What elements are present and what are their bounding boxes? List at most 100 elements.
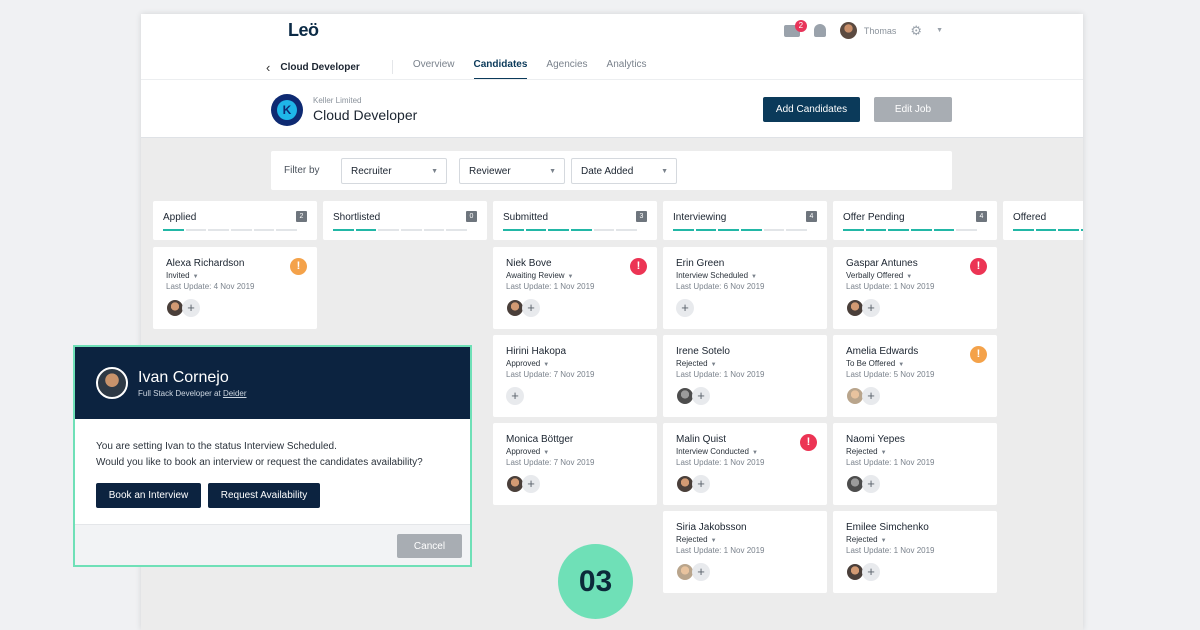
status-change-modal: Ivan Cornejo Full Stack Developer at Dei…: [73, 345, 472, 567]
candidate-card[interactable]: Niek Bove Awaiting Review ▼ Last Update: …: [493, 247, 657, 329]
progress-segment: [548, 229, 570, 231]
book-interview-button[interactable]: Book an Interview: [96, 483, 201, 508]
add-reviewer-icon[interactable]: +: [862, 299, 880, 317]
reviewers: +: [166, 299, 200, 317]
chevron-down-icon[interactable]: ▼: [936, 27, 943, 34]
chevron-down-icon: ▼: [543, 450, 550, 456]
add-reviewer-icon[interactable]: +: [862, 475, 880, 493]
column-count: 0: [466, 211, 477, 222]
progress-segment: [1035, 229, 1057, 231]
candidate-status[interactable]: Interview Scheduled ▼: [676, 271, 757, 280]
alert-icon: !: [290, 258, 307, 275]
add-reviewer-icon[interactable]: +: [182, 299, 200, 317]
candidate-card[interactable]: Alexa Richardson Invited ▼ Last Update: 4…: [153, 247, 317, 329]
back-arrow-icon[interactable]: ‹: [266, 60, 270, 75]
status-text: Interview Scheduled: [676, 271, 749, 280]
candidate-status[interactable]: Rejected ▼: [676, 359, 717, 368]
status-text: Rejected: [846, 447, 878, 456]
column-shortlisted: Shortlisted 0: [323, 201, 487, 240]
add-reviewer-icon[interactable]: +: [522, 475, 540, 493]
candidate-status[interactable]: Verbally Offered ▼: [846, 271, 912, 280]
progress-segment: [1058, 229, 1080, 231]
column-title: Offered: [1013, 212, 1047, 223]
candidate-card[interactable]: Amelia Edwards To Be Offered ▼ Last Updat…: [833, 335, 997, 417]
bell-icon[interactable]: [813, 24, 826, 37]
add-reviewer-icon[interactable]: +: [862, 563, 880, 581]
candidate-card[interactable]: Hirini Hakopa Approved ▼ Last Update: 7 N…: [493, 335, 657, 417]
add-candidates-button[interactable]: Add Candidates: [763, 97, 860, 122]
gear-icon[interactable]: ⚙: [910, 23, 922, 39]
candidate-name: Gaspar Antunes: [846, 258, 918, 269]
company-logo: K: [271, 94, 303, 126]
progress-segment: [763, 229, 785, 231]
candidate-name: Siria Jakobsson: [676, 522, 747, 533]
add-reviewer-icon[interactable]: +: [692, 475, 710, 493]
tab-analytics[interactable]: Analytics: [607, 54, 647, 80]
add-reviewer-icon[interactable]: +: [522, 299, 540, 317]
nav-divider-line: [141, 79, 1083, 80]
chevron-down-icon: ▼: [192, 274, 199, 280]
column-progress: [333, 229, 468, 231]
candidate-status[interactable]: To Be Offered ▼: [846, 359, 904, 368]
candidate-status[interactable]: Rejected ▼: [676, 535, 717, 544]
modal-header: Ivan Cornejo Full Stack Developer at Dei…: [75, 347, 470, 419]
edit-job-button[interactable]: Edit Job: [874, 97, 952, 122]
candidate-card[interactable]: Irene Sotelo Rejected ▼ Last Update: 1 No…: [663, 335, 827, 417]
candidate-card[interactable]: Gaspar Antunes Verbally Offered ▼ Last Up…: [833, 247, 997, 329]
company-name: Keller Limited: [313, 96, 362, 105]
tab-agencies[interactable]: Agencies: [546, 54, 587, 80]
status-text: Rejected: [846, 535, 878, 544]
reviewer-select[interactable]: Reviewer ▼: [459, 158, 565, 184]
add-reviewer-icon[interactable]: +: [692, 563, 710, 581]
top-bar: Leö 2 Thomas ⚙ ▼ ‹ Cloud Developer Overv…: [141, 14, 1083, 138]
progress-segment: [571, 229, 592, 231]
candidate-card[interactable]: Siria Jakobsson Rejected ▼ Last Update: 1…: [663, 511, 827, 593]
add-reviewer-icon[interactable]: +: [676, 299, 694, 317]
candidate-name: Malin Quist: [676, 434, 727, 445]
candidate-card[interactable]: Naomi Yepes Rejected ▼ Last Update: 1 Nov…: [833, 423, 997, 505]
chevron-down-icon: ▼: [898, 362, 905, 368]
reviewers: +: [846, 387, 880, 405]
cancel-button[interactable]: Cancel: [397, 534, 462, 558]
candidate-status[interactable]: Rejected ▼: [846, 535, 887, 544]
candidate-card[interactable]: Erin Green Interview Scheduled ▼ Last Upd…: [663, 247, 827, 329]
last-update: Last Update: 1 Nov 2019: [846, 546, 935, 555]
reviewers: +: [676, 475, 710, 493]
column-interviewing: Interviewing 4: [663, 201, 827, 240]
tab-candidates[interactable]: Candidates: [473, 54, 527, 80]
progress-segment: [843, 229, 864, 231]
progress-segment: [911, 229, 932, 231]
add-reviewer-icon[interactable]: +: [862, 387, 880, 405]
tab-overview[interactable]: Overview: [413, 54, 455, 80]
candidate-status[interactable]: Interview Conducted ▼: [676, 447, 758, 456]
reviewer-select-value: Reviewer: [469, 166, 511, 177]
user-menu[interactable]: Thomas: [839, 22, 896, 39]
add-reviewer-icon[interactable]: +: [692, 387, 710, 405]
last-update: Last Update: 1 Nov 2019: [506, 282, 595, 291]
candidate-card[interactable]: Malin Quist Interview Conducted ▼ Last Up…: [663, 423, 827, 505]
progress-segment: [525, 229, 547, 231]
candidate-status[interactable]: Awaiting Review ▼: [506, 271, 574, 280]
request-availability-button[interactable]: Request Availability: [208, 483, 320, 508]
recruiter-select[interactable]: Recruiter ▼: [341, 158, 447, 184]
page-title: Cloud Developer: [313, 107, 418, 123]
date-added-select[interactable]: Date Added ▼: [571, 158, 677, 184]
candidate-card[interactable]: Monica Böttger Approved ▼ Last Update: 7 …: [493, 423, 657, 505]
add-reviewer-icon[interactable]: +: [506, 387, 524, 405]
candidate-status[interactable]: Approved ▼: [506, 359, 549, 368]
progress-segment: [616, 229, 638, 231]
candidate-card[interactable]: Emilee Simchenko Rejected ▼ Last Update: …: [833, 511, 997, 593]
candidate-status[interactable]: Rejected ▼: [846, 447, 887, 456]
chevron-down-icon: ▼: [567, 274, 574, 280]
progress-segment: [786, 229, 808, 231]
column-offered: Offered: [1003, 201, 1083, 240]
chevron-down-icon: ▼: [751, 450, 758, 456]
status-text: Verbally Offered: [846, 271, 904, 280]
company-link[interactable]: Deider: [223, 389, 247, 398]
nav-divider: [391, 60, 393, 74]
mail-icon[interactable]: 2: [783, 19, 807, 37]
progress-segment: [185, 229, 207, 231]
candidate-status[interactable]: Approved ▼: [506, 447, 549, 456]
reviewers: +: [846, 563, 880, 581]
candidate-status[interactable]: Invited ▼: [166, 271, 199, 280]
